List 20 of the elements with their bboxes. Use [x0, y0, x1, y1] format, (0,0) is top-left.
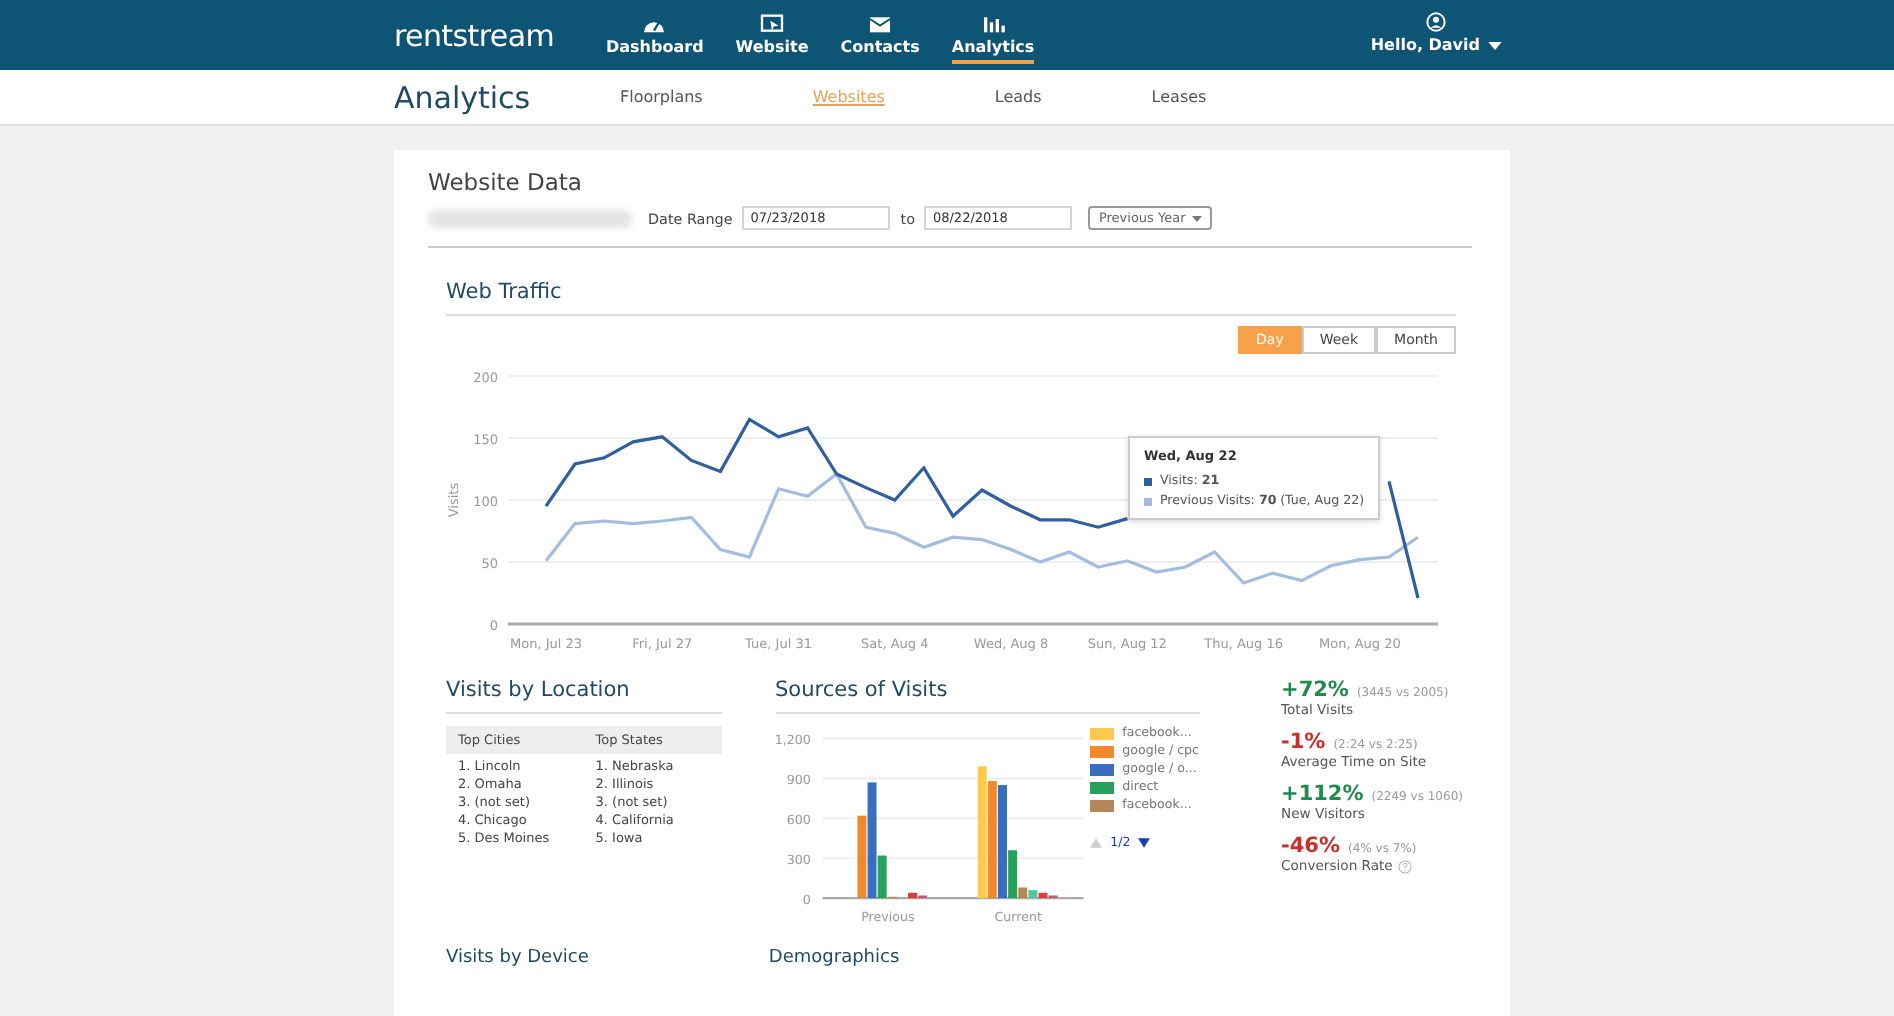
nav-item[interactable]: Dashboard — [606, 6, 704, 64]
section-title: Web Traffic — [446, 280, 564, 304]
change-value: +72% — [1281, 678, 1349, 702]
nav-item[interactable]: Analytics — [951, 6, 1035, 64]
change-value: +112% — [1281, 782, 1364, 806]
user-menu[interactable]: Hello, David — [1370, 8, 1502, 62]
tab[interactable]: Floorplans — [620, 88, 703, 106]
tab[interactable]: Leads — [994, 88, 1042, 106]
section-title: Sources of Visits — [775, 678, 950, 702]
nav-item[interactable]: Contacts — [840, 6, 920, 64]
section-title: Visits by Device — [446, 948, 589, 968]
section-title: Demographics — [768, 948, 900, 968]
section-title: Website Data — [428, 168, 584, 196]
nav-item[interactable]: Website — [735, 6, 809, 64]
page-title: Analytics — [394, 79, 533, 115]
logo[interactable]: rentstream — [394, 17, 606, 53]
section-title: Visits by Location — [446, 678, 632, 702]
tab[interactable]: Leases — [1151, 88, 1207, 106]
change-value: -1% — [1281, 730, 1326, 754]
change-value: -46% — [1281, 834, 1341, 858]
